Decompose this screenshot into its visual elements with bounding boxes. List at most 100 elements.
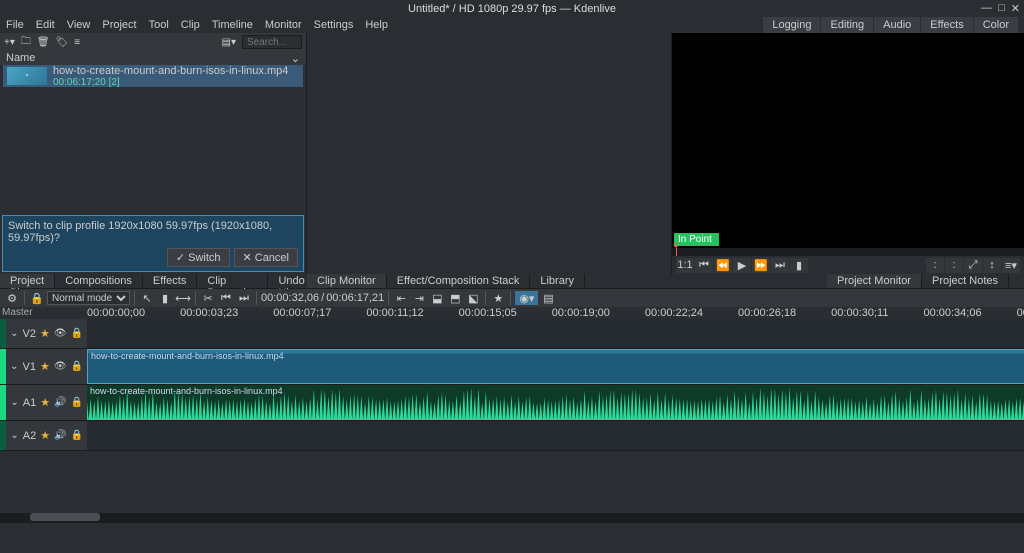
folder-icon[interactable]: 🗀 (21, 34, 31, 51)
audio-clip[interactable]: how-to-create-mount-and-burn-isos-in-lin… (87, 385, 1024, 420)
tab-project-notes[interactable]: Project Notes (922, 274, 1009, 288)
tab-effects[interactable]: Effects (143, 274, 197, 288)
mute-icon[interactable]: 👁 (54, 361, 67, 372)
prev-icon[interactable]: ⏮ (218, 290, 234, 306)
menu-edit[interactable]: Edit (36, 19, 55, 31)
cursor-icon[interactable]: ↖ (139, 290, 155, 306)
speaker-icon[interactable]: 🔊 (54, 430, 66, 441)
tab-project-monitor[interactable]: Project Monitor (827, 274, 922, 288)
workspace-audio[interactable]: Audio (874, 17, 920, 33)
video-clip[interactable]: how-to-create-mount-and-burn-isos-in-lin… (87, 349, 1024, 384)
menu-settings[interactable]: Settings (314, 19, 354, 31)
insert-icon[interactable]: ⬒ (447, 290, 463, 306)
track-head-a1[interactable]: ⌄A1★🔊🔒 (0, 385, 87, 420)
gear-icon[interactable]: ⚙ (4, 290, 20, 306)
dots-icon[interactable]: : (926, 258, 944, 273)
forward-icon[interactable]: ⏩ (752, 258, 770, 273)
delete-icon[interactable]: 🗑 (37, 37, 50, 48)
view-icon[interactable]: ▤▾ (222, 37, 236, 48)
cut-icon[interactable]: ✂ (200, 290, 216, 306)
expand-icon[interactable]: ↕ (983, 258, 1001, 273)
zone-in-icon[interactable]: ⇤ (393, 290, 409, 306)
switch-button[interactable]: ✓Switch (167, 248, 230, 267)
favorite-icon[interactable]: ★ (490, 290, 506, 306)
maximize-icon[interactable]: □ (998, 2, 1005, 15)
menu-monitor[interactable]: Monitor (265, 19, 302, 31)
speaker-icon[interactable]: 🔊 (54, 397, 66, 408)
lock-icon[interactable]: 🔒 (71, 397, 83, 408)
menu-clip[interactable]: Clip (181, 19, 200, 31)
bin-header[interactable]: Name ⌄ (0, 51, 306, 65)
collapse-icon[interactable]: ⌄ (10, 361, 18, 372)
zone-out-icon[interactable]: ⇥ (411, 290, 427, 306)
timecode-current[interactable]: 00:00:32,06 (261, 292, 319, 304)
menu-view[interactable]: View (67, 19, 91, 31)
tab-clip-properties[interactable]: Clip Properties (197, 274, 268, 288)
lift-icon[interactable]: ⬕ (465, 290, 481, 306)
lock-icon[interactable]: 🔒 (71, 361, 83, 372)
star-icon[interactable]: ★ (40, 360, 50, 373)
menu-file[interactable]: File (6, 19, 24, 31)
workspace-editing[interactable]: Editing (821, 17, 873, 33)
workspace-effects[interactable]: Effects (921, 17, 972, 33)
edit-mode-select[interactable]: Normal mode (47, 291, 130, 305)
lock-icon[interactable]: 🔒 (71, 328, 83, 339)
ratio-button[interactable]: 1:1 (676, 258, 694, 273)
minimize-icon[interactable]: — (981, 2, 992, 15)
tab-effect-stack[interactable]: Effect/Composition Stack (387, 274, 531, 288)
close-icon[interactable]: ✕ (1011, 2, 1020, 15)
dots-icon-2[interactable]: : (945, 258, 963, 273)
track-body-v1[interactable]: how-to-create-mount-and-burn-isos-in-lin… (87, 349, 1024, 384)
in-point-badge[interactable]: In Point (674, 233, 719, 246)
bin-item[interactable]: how-to-create-mount-and-burn-isos-in-lin… (3, 65, 303, 87)
monitor-playhead[interactable] (676, 248, 677, 256)
mute-icon[interactable]: 👁 (54, 328, 67, 339)
spacer-icon[interactable]: ⟷ (175, 290, 191, 306)
list-icon[interactable]: ≡ (74, 37, 80, 48)
timeline-scrollbar[interactable] (0, 513, 1024, 523)
monitor-ruler[interactable] (672, 248, 1024, 256)
preview-button[interactable]: ◉▾ (515, 291, 538, 305)
lock-icon[interactable]: 🔒 (71, 430, 83, 441)
menu-timeline[interactable]: Timeline (212, 19, 253, 31)
menu-project[interactable]: Project (102, 19, 136, 31)
menu-help[interactable]: Help (365, 19, 388, 31)
star-icon[interactable]: ★ (40, 396, 50, 409)
lock-icon[interactable]: 🔒 (29, 290, 45, 306)
next-icon[interactable]: ⏭ (236, 290, 252, 306)
menu-tool[interactable]: Tool (149, 19, 169, 31)
skip-end-icon[interactable]: ⏭ (771, 258, 789, 273)
play-icon[interactable]: ▶ (733, 258, 751, 273)
tab-library[interactable]: Library (530, 274, 585, 288)
monitor-viewport[interactable] (672, 33, 1024, 231)
overwrite-icon[interactable]: ⬓ (429, 290, 445, 306)
add-clip-icon[interactable]: +▾ (4, 37, 15, 48)
track-body-a1[interactable]: how-to-create-mount-and-burn-isos-in-lin… (87, 385, 1024, 420)
workspace-color[interactable]: Color (974, 17, 1018, 33)
skip-start-icon[interactable]: ⏮ (695, 258, 713, 273)
marker-icon[interactable]: ▮ (790, 258, 808, 273)
tag-icon[interactable]: 🏷 (56, 37, 69, 48)
collapse-icon[interactable]: ⌄ (10, 430, 18, 441)
scrollbar-thumb[interactable] (30, 513, 100, 521)
track-head-v1[interactable]: ⌄V1★👁🔒 (0, 349, 87, 384)
render-icon[interactable]: ▤ (540, 290, 556, 306)
star-icon[interactable]: ★ (40, 429, 50, 442)
search-input[interactable] (242, 35, 302, 49)
track-body-v2[interactable] (87, 319, 1024, 348)
tab-project-bin[interactable]: Project Bin (0, 274, 55, 288)
cancel-button[interactable]: ✕Cancel (234, 248, 298, 267)
track-head-a2[interactable]: ⌄A2★🔊🔒 (0, 421, 87, 450)
timeline-ruler[interactable]: Master 00:00:00;0000:00:03;2300:00:07;17… (0, 307, 1024, 319)
tab-compositions[interactable]: Compositions (55, 274, 143, 288)
options-icon[interactable]: ≡▾ (1002, 258, 1020, 273)
star-icon[interactable]: ★ (40, 327, 50, 340)
razor-icon[interactable]: ▮ (157, 290, 173, 306)
collapse-icon[interactable]: ⌄ (10, 328, 18, 339)
rewind-icon[interactable]: ⏪ (714, 258, 732, 273)
fullscreen-icon[interactable]: ⤢ (964, 258, 982, 273)
tab-clip-monitor[interactable]: Clip Monitor (307, 274, 387, 288)
collapse-icon[interactable]: ⌄ (10, 397, 18, 408)
workspace-logging[interactable]: Logging (763, 17, 820, 33)
track-body-a2[interactable] (87, 421, 1024, 450)
